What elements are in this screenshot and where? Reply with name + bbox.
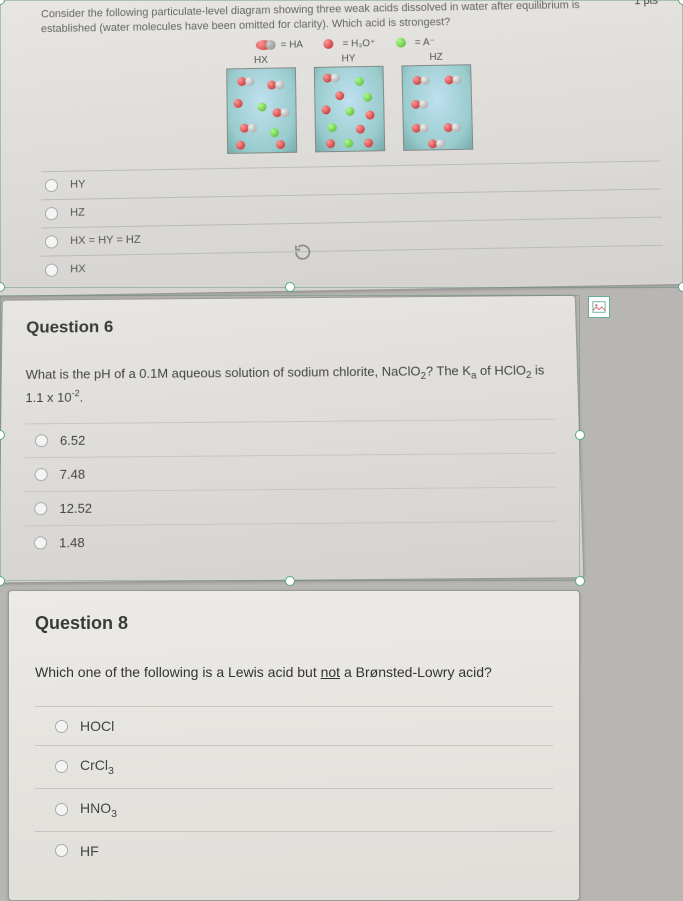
option-label: 12.52 xyxy=(59,501,92,516)
prompt-part: What is the pH of a 0.1M aqueous solutio… xyxy=(26,364,421,382)
radio-icon xyxy=(45,179,58,192)
diagram-row: HX HY xyxy=(41,48,659,157)
option-label: HX = HY = HZ xyxy=(70,234,141,247)
prompt-part: ? The K xyxy=(426,363,471,378)
radio-icon xyxy=(55,720,68,733)
reload-icon[interactable] xyxy=(292,242,312,263)
diagram-hx xyxy=(226,67,297,154)
legend-ha: = HA xyxy=(281,39,304,50)
q8-title: Question 8 xyxy=(35,613,553,634)
radio-icon xyxy=(45,263,58,276)
option-label: HNO3 xyxy=(80,800,117,820)
prompt-part: a Brønsted-Lowry acid? xyxy=(340,664,492,680)
resize-handle[interactable] xyxy=(285,576,295,586)
question-6-card: Question 6 What is the pH of a 0.1M aque… xyxy=(0,295,584,583)
radio-icon xyxy=(34,536,47,549)
resize-handle[interactable] xyxy=(575,430,585,440)
legend-a: = A⁻ xyxy=(415,37,435,48)
radio-icon xyxy=(35,468,48,481)
q8-option-hf[interactable]: HF xyxy=(35,831,553,870)
resize-handle[interactable] xyxy=(0,576,5,586)
resize-handle[interactable] xyxy=(285,282,295,292)
q8-option-crcl3[interactable]: CrCl3 xyxy=(35,745,553,788)
resize-handle[interactable] xyxy=(678,282,683,292)
radio-icon xyxy=(55,803,68,816)
q6-prompt: What is the pH of a 0.1M aqueous solutio… xyxy=(25,361,554,408)
legend-h3o: = H₃O⁺ xyxy=(342,38,375,49)
q6-option-2[interactable]: 7.48 xyxy=(24,453,556,492)
image-tool-button[interactable] xyxy=(588,296,610,318)
prompt-underline: not xyxy=(321,664,340,680)
prompt-part: Which one of the following is a Lewis ac… xyxy=(35,664,321,680)
radio-icon xyxy=(35,434,48,447)
diagram-hz xyxy=(401,64,473,151)
option-label: HX xyxy=(70,263,85,275)
radio-icon xyxy=(55,844,68,857)
diagram-hy xyxy=(314,66,385,153)
points-label: 1 pts xyxy=(634,0,658,7)
picture-icon xyxy=(592,300,606,314)
question-5-card: 1 pts Consider the following particulate… xyxy=(0,0,683,297)
box-label-hy: HY xyxy=(314,53,384,65)
q8-option-hno3[interactable]: HNO3 xyxy=(35,788,553,831)
q8-option-hocl[interactable]: HOCl xyxy=(35,706,553,745)
option-label: HOCl xyxy=(80,718,114,734)
q5-prompt: Consider the following particulate-level… xyxy=(41,0,655,38)
option-label: CrCl3 xyxy=(80,757,114,777)
box-label-hz: HZ xyxy=(401,51,471,63)
option-label: 1.48 xyxy=(59,535,85,550)
q6-option-3[interactable]: 12.52 xyxy=(24,487,557,526)
option-label: HZ xyxy=(70,207,85,219)
radio-icon xyxy=(34,502,47,515)
option-label: HF xyxy=(80,843,99,859)
option-label: 7.48 xyxy=(60,467,85,482)
q6-title: Question 6 xyxy=(26,314,552,338)
radio-icon xyxy=(55,760,68,773)
q8-prompt: Which one of the following is a Lewis ac… xyxy=(35,664,553,680)
radio-icon xyxy=(45,235,58,248)
q5-options: HY HZ HX = HY = HZ HX xyxy=(41,160,664,284)
option-label: 6.52 xyxy=(60,433,85,448)
resize-handle[interactable] xyxy=(575,576,585,586)
q6-option-4[interactable]: 1.48 xyxy=(24,521,559,560)
option-label: HY xyxy=(70,179,85,191)
q6-option-1[interactable]: 6.52 xyxy=(25,419,556,457)
radio-icon xyxy=(45,207,58,220)
box-label-hx: HX xyxy=(226,54,296,66)
prompt-part: of HClO xyxy=(476,363,526,378)
question-8-card: Question 8 Which one of the following is… xyxy=(8,590,580,901)
